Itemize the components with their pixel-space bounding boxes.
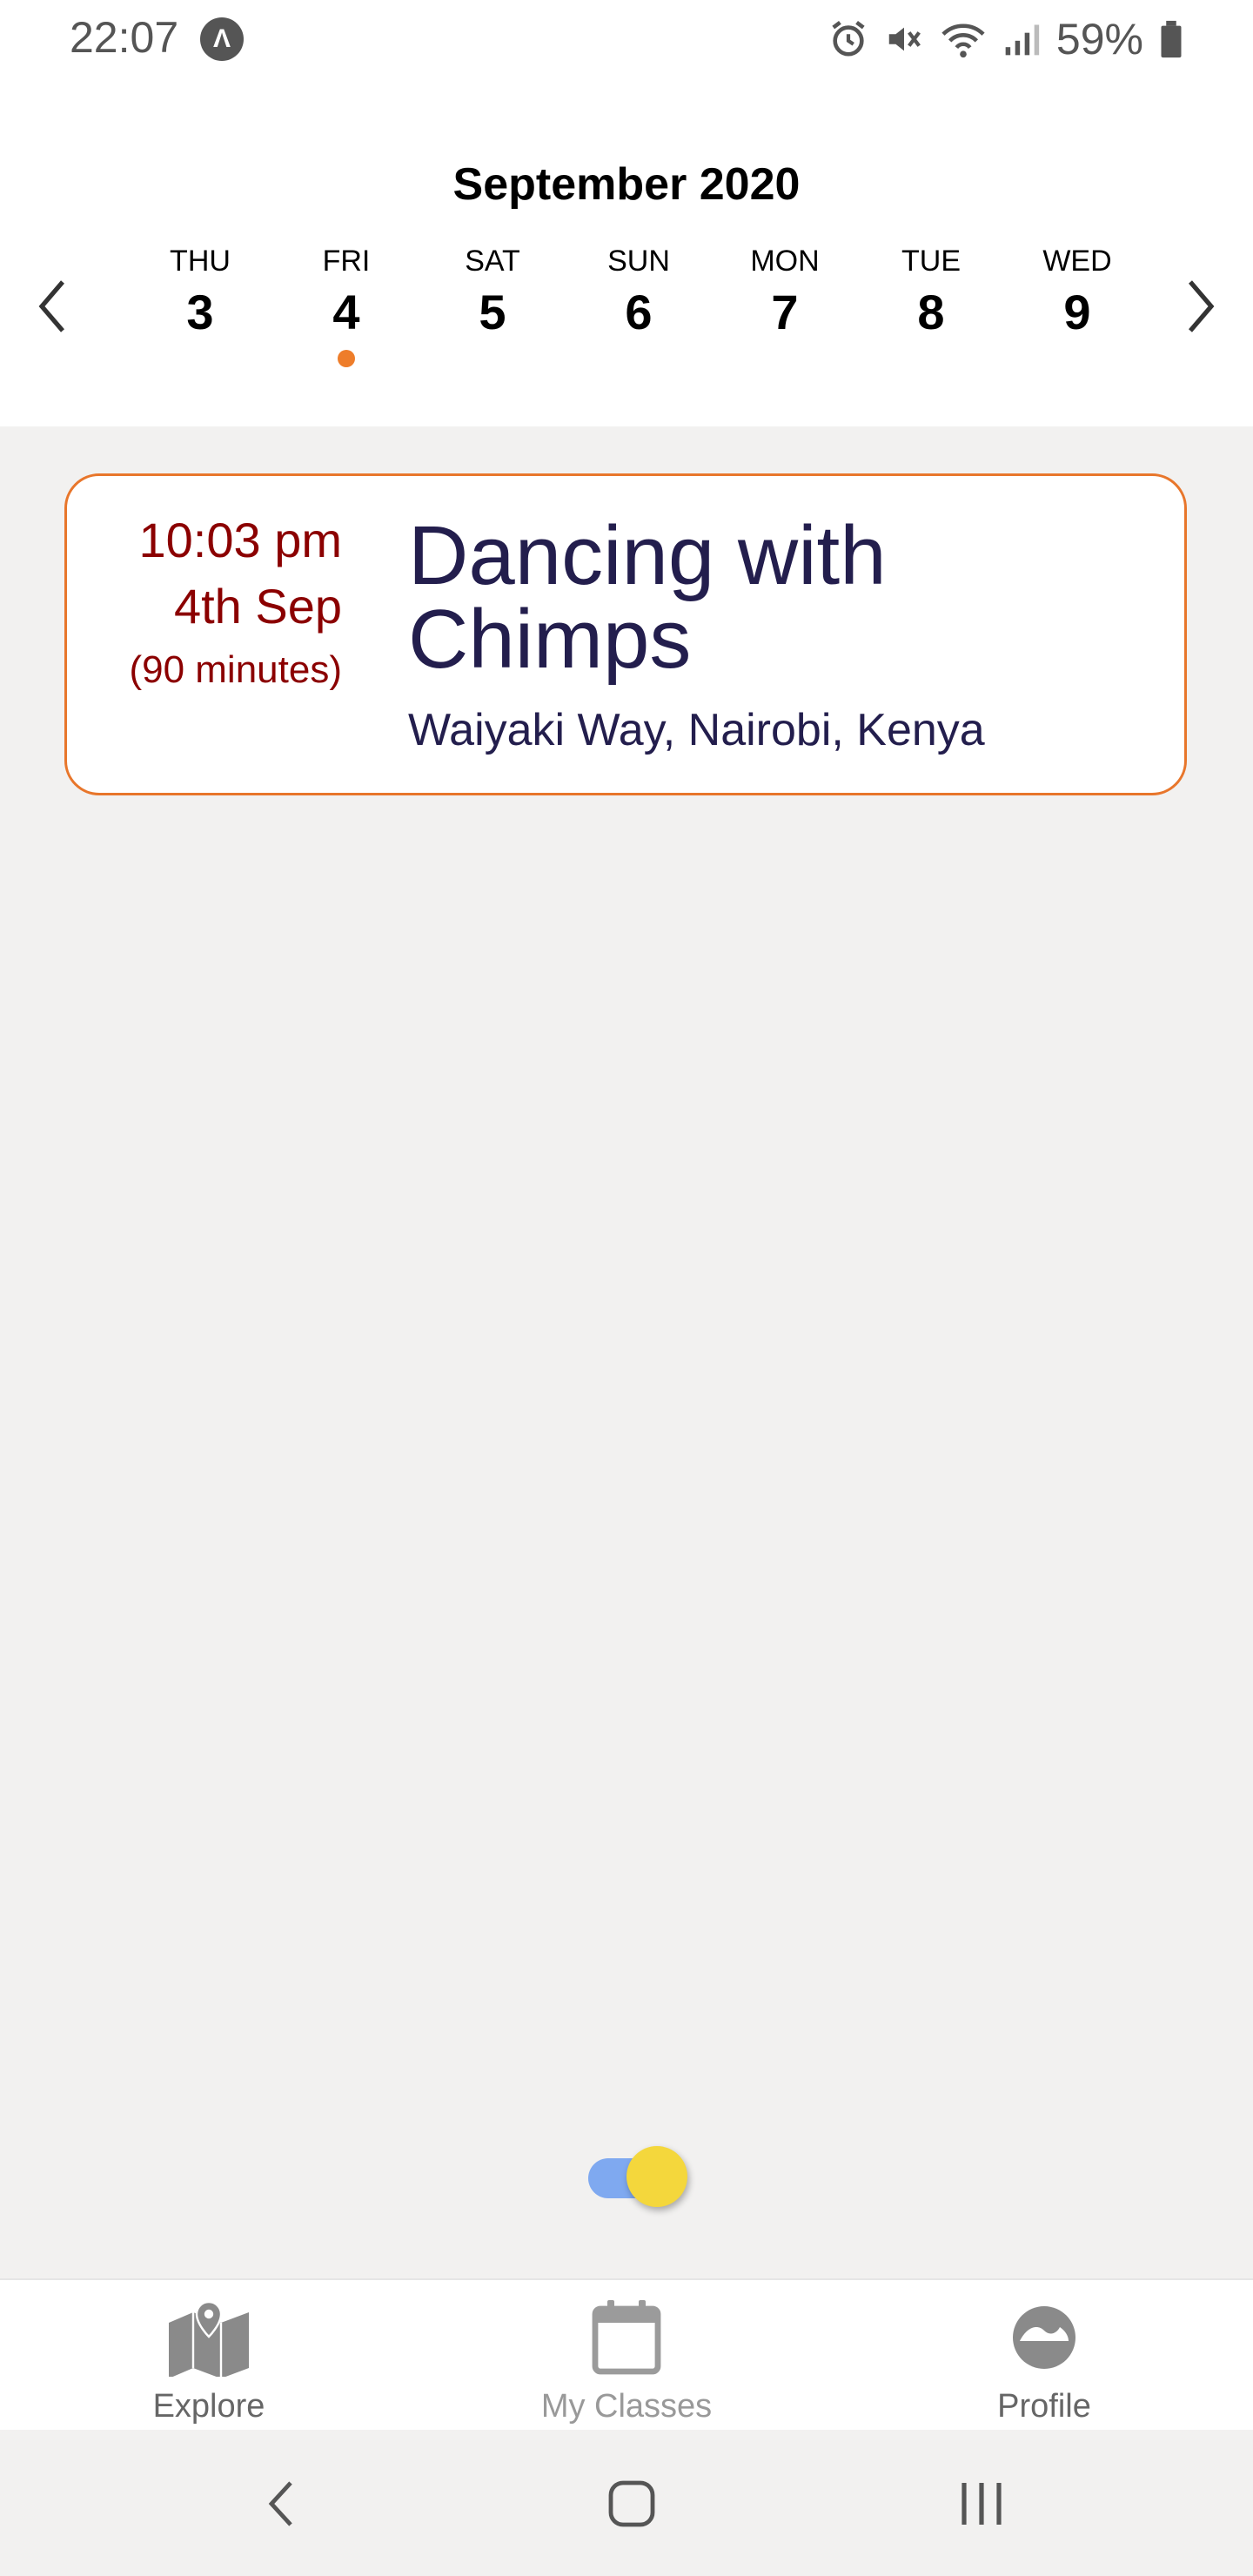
day-name: THU — [170, 245, 231, 278]
status-time: 22:07 — [70, 13, 179, 62]
class-start-time: 10:03 pm — [138, 513, 343, 567]
day-name: SUN — [607, 245, 670, 278]
toggle-thumb — [626, 2146, 687, 2207]
day-name: FRI — [322, 245, 371, 278]
class-duration: (90 minutes) — [129, 648, 342, 691]
alarm-icon — [832, 20, 865, 57]
system-recents-button[interactable] — [938, 2465, 1025, 2543]
tab-profile[interactable]: Profile — [914, 2296, 1175, 2425]
profile-icon — [1013, 2306, 1075, 2369]
month-title: September 2020 — [452, 159, 801, 210]
day-wed[interactable]: WED 9 — [1016, 244, 1138, 346]
bottom-tab-bar: Explore My Classes Profile — [0, 2278, 1253, 2432]
app-notification-icon: Λ — [200, 17, 244, 61]
tab-my-classes[interactable]: My Classes — [496, 2296, 757, 2425]
day-number: 5 — [479, 285, 506, 339]
status-icons: 59% — [828, 14, 1183, 64]
tab-label: Profile — [997, 2388, 1091, 2425]
class-time-block: 10:03 pm 4th Sep (90 minutes) — [129, 507, 342, 701]
home-icon — [608, 2480, 655, 2527]
tab-label: My Classes — [540, 2388, 713, 2425]
day-sun[interactable]: SUN 6 — [578, 244, 700, 346]
back-icon — [268, 2481, 292, 2526]
day-name: SAT — [465, 245, 520, 278]
day-number: 9 — [1063, 285, 1091, 339]
day-name: MON — [750, 245, 820, 278]
class-location: Waiyaki Way, Nairobi, Kenya — [408, 705, 985, 755]
recents-icon — [962, 2483, 1002, 2525]
chevron-left-icon — [38, 280, 64, 332]
next-week-button[interactable] — [1175, 272, 1227, 341]
status-bar: 22:07 Λ 59% — [0, 0, 1253, 78]
class-date: 4th Sep — [173, 579, 342, 634]
day-thu[interactable]: THU 3 — [139, 244, 261, 346]
day-sat[interactable]: SAT 5 — [432, 244, 553, 346]
day-number: 3 — [186, 285, 214, 339]
toggle-switch[interactable] — [585, 2143, 689, 2212]
week-calendar: September 2020 THU 3 FRI 4 SAT 5 SUN 6 M… — [0, 78, 1253, 426]
day-name: WED — [1042, 245, 1112, 278]
mute-icon — [888, 27, 921, 51]
day-name: TUE — [901, 245, 961, 278]
tab-explore[interactable]: Explore — [78, 2296, 339, 2425]
battery-icon — [1161, 20, 1182, 58]
previous-week-button[interactable] — [26, 272, 78, 341]
wifi-icon — [941, 23, 985, 58]
map-icon — [169, 2300, 249, 2377]
class-card[interactable]: 10:03 pm 4th Sep (90 minutes) Dancing wi… — [64, 473, 1187, 795]
day-number: 7 — [771, 285, 799, 339]
battery-percentage: 59% — [1055, 15, 1143, 64]
day-number: 4 — [332, 285, 360, 339]
calendar-icon — [592, 2300, 661, 2375]
system-back-button[interactable] — [237, 2465, 324, 2543]
chevron-right-icon — [1189, 280, 1215, 332]
event-indicator-dot — [338, 350, 355, 367]
day-number: 8 — [917, 285, 945, 339]
day-number: 6 — [625, 285, 653, 339]
tab-label: Explore — [152, 2388, 265, 2425]
system-navigation-bar — [0, 2430, 1253, 2576]
day-mon[interactable]: MON 7 — [724, 244, 846, 346]
day-tue[interactable]: TUE 8 — [870, 244, 992, 346]
system-home-button[interactable] — [588, 2465, 675, 2543]
class-title: Dancing with Chimps — [408, 509, 887, 686]
day-fri[interactable]: FRI 4 — [285, 244, 407, 367]
signal-icon — [1005, 24, 1040, 56]
